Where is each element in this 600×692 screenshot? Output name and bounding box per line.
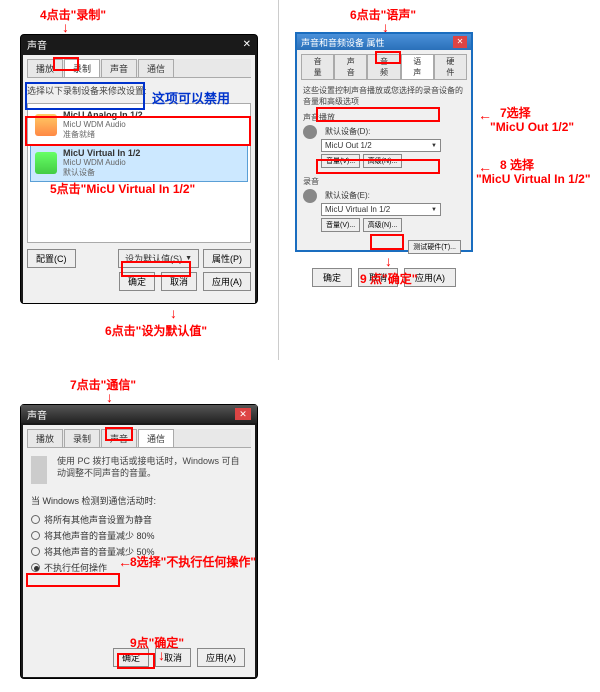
close-icon[interactable]: ✕ — [453, 36, 467, 48]
arrow-down-icon: ↓ — [158, 648, 165, 662]
window-title: 声音 — [27, 407, 47, 422]
speaker-icon — [303, 125, 317, 139]
apply-button[interactable]: 应用(A) — [197, 648, 245, 667]
tab-sound[interactable]: 声音 — [101, 59, 137, 77]
annotation-7b: 7选择 — [500, 104, 531, 121]
recording-group: 录音 默认设备(E): MicU Virtual In 1/2▼ 音量(V)..… — [303, 176, 465, 232]
annotation-disable: 这项可以禁用 — [152, 88, 230, 107]
device-item-virtual[interactable]: MicU Virtual In 1/2 MicU WDM Audio 默认设备 — [30, 144, 248, 182]
properties-button[interactable]: 属性(P) — [203, 249, 251, 268]
annotation-5: 5点击"MicU Virtual In 1/2" — [50, 180, 195, 197]
tab-comm[interactable]: 通信 — [138, 59, 174, 77]
advanced-button[interactable]: 高级(N)... — [363, 218, 403, 232]
recording-device-select[interactable]: MicU Virtual In 1/2▼ — [321, 203, 441, 216]
configure-button[interactable]: 配置(C) — [27, 249, 76, 268]
tab-hardware[interactable]: 硬件 — [434, 54, 467, 79]
tab-voice[interactable]: 语声 — [401, 54, 434, 79]
tab-record[interactable]: 录制 — [64, 429, 100, 447]
annotation-8a: 8选择"不执行任何操作" — [130, 553, 256, 570]
window-title: 声音和音频设备 属性 — [301, 36, 385, 49]
annotation-7c: "MicU Out 1/2" — [490, 120, 574, 134]
arrow-down-icon: ↓ — [62, 20, 69, 34]
chevron-down-icon: ▼ — [431, 143, 437, 149]
desc-text: 使用 PC 拨打电话或接电话时，Windows 可自动调整不同声音的音量。 — [57, 456, 247, 484]
chevron-down-icon: ▼ — [431, 207, 437, 213]
playback-device-select[interactable]: MicU Out 1/2▼ — [321, 139, 441, 152]
apply-button[interactable]: 应用(A) — [203, 272, 251, 291]
device-icon — [35, 152, 57, 174]
tab-comm[interactable]: 通信 — [138, 429, 174, 447]
annotation-6a: 6点击"设为默认值" — [105, 322, 207, 339]
radio-reduce-80[interactable]: 将其他声音的音量减少 80% — [31, 529, 247, 542]
test-hardware-button[interactable]: 测试硬件(T)... — [408, 240, 461, 254]
device-status: 默认设备 — [63, 167, 140, 178]
sound-dialog-record: 声音 ✕ 播放 录制 声音 通信 选择以下录制设备来修改设置: MicU Ana… — [20, 34, 258, 304]
radio-mute-all[interactable]: 将所有其他声音设置为静音 — [31, 513, 247, 526]
annotation-8c: "MicU Virtual In 1/2" — [476, 172, 591, 186]
sound-audio-properties-dialog: 声音和音频设备 属性 ✕ 音量 声音 音频 语声 硬件 这些设置控制声音播放或您… — [295, 32, 473, 252]
mic-icon — [303, 189, 317, 203]
default-device-label: 默认设备(E): — [325, 190, 370, 201]
volume-button[interactable]: 音量(V)... — [321, 218, 360, 232]
ok-button[interactable]: 确定 — [312, 268, 352, 287]
group-label: 录音 — [303, 176, 465, 187]
annotation-9a: 9 点"确定" — [360, 270, 417, 287]
question-text: 当 Windows 检测到通信活动时: — [31, 494, 247, 507]
arrow-down-icon: ↓ — [106, 390, 113, 404]
close-icon[interactable]: ✕ — [235, 408, 251, 420]
default-device-label: 默认设备(D): — [325, 126, 370, 137]
phone-icon — [31, 456, 47, 484]
arrow-down-icon: ↓ — [385, 254, 392, 268]
arrow-down-icon: ↓ — [170, 306, 177, 320]
dialog-description: 这些设置控制声音播放或您选择的录音设备的音量和高级选项 — [303, 85, 465, 107]
device-name: MicU Virtual In 1/2 — [63, 148, 140, 158]
tab-volume[interactable]: 音量 — [301, 54, 334, 79]
device-sub: MicU WDM Audio — [63, 158, 140, 167]
close-icon[interactable]: ✕ — [243, 39, 251, 50]
tab-playback[interactable]: 播放 — [27, 429, 63, 447]
annotation-7a: 7点击"通信" — [70, 376, 136, 393]
window-title: 声音 — [27, 37, 47, 52]
annotation-4: 4点击"录制" — [40, 6, 106, 23]
tab-sounds[interactable]: 声音 — [334, 54, 367, 79]
annotation-8b: 8 选择 — [500, 156, 534, 173]
